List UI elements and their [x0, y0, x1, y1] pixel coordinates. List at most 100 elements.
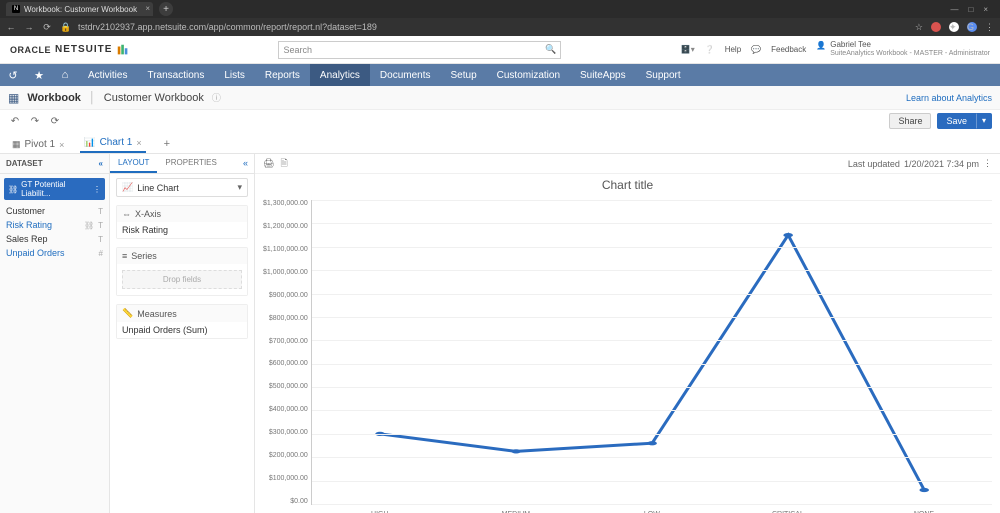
y-tick-label: $800,000.00 [263, 315, 308, 322]
gridline [312, 434, 992, 435]
globe-icon[interactable]: 🗄️▾ [681, 45, 695, 54]
close-tab-icon[interactable]: × [145, 4, 150, 13]
refresh-icon[interactable]: ⟳ [48, 116, 62, 127]
search-icon[interactable]: 🔍 [545, 44, 556, 55]
feedback-label[interactable]: Feedback [771, 45, 806, 54]
y-tick-label: $500,000.00 [263, 383, 308, 390]
nav-lists[interactable]: Lists [214, 64, 255, 86]
gridline [312, 294, 992, 295]
url-text[interactable]: tstdrv2102937.app.netsuite.com/app/commo… [78, 22, 377, 32]
print-icon[interactable]: 🖨 [263, 158, 274, 169]
browser-tab-strip: N Workbook: Customer Workbook × + — □ × [0, 0, 1000, 18]
measures-field-chip[interactable]: Unpaid Orders (Sum) [117, 322, 247, 338]
extensions-icon[interactable]: ✦ [949, 22, 959, 32]
gridline [312, 317, 992, 318]
subtab-chart[interactable]: 📊 Chart 1 × [80, 134, 145, 153]
help-icon[interactable]: ❔ [705, 45, 715, 54]
nav-reload-icon[interactable]: ⟳ [42, 22, 52, 33]
collapse-dataset-icon[interactable]: « [99, 159, 103, 168]
gridline [312, 387, 992, 388]
learn-analytics-link[interactable]: Learn about Analytics [906, 93, 992, 103]
data-point[interactable] [511, 449, 521, 453]
dataset-field-unpaid-orders[interactable]: Unpaid Orders # [0, 246, 109, 260]
extension-icon-1[interactable] [931, 22, 941, 32]
window-maximize-icon[interactable]: □ [968, 5, 973, 14]
app-header: ORACLE NETSUITE Search 🔍 🗄️▾ ❔ Help 💬 Fe… [0, 36, 1000, 64]
nav-history-icon[interactable]: ↺ [0, 64, 26, 86]
help-label[interactable]: Help [725, 45, 741, 54]
subtab-pivot[interactable]: ▦ Pivot 1 × [8, 136, 68, 153]
workbook-name: Customer Workbook [104, 92, 204, 104]
chart-menu-icon[interactable]: ⋮ [983, 158, 992, 169]
nav-home-icon[interactable]: ⌂ [52, 64, 78, 86]
dataset-field-label: Sales Rep [6, 234, 48, 244]
dataset-source-menu-icon[interactable]: ⋮ [93, 185, 101, 194]
info-icon[interactable]: ⓘ [212, 91, 221, 104]
save-dropdown-icon[interactable]: ▾ [976, 113, 992, 129]
logo-mark-icon [116, 43, 130, 57]
y-tick-label: $400,000.00 [263, 406, 308, 413]
feedback-icon[interactable]: 💬 [751, 45, 761, 54]
dataset-field-customer[interactable]: Customer T [0, 204, 109, 218]
nav-forward-icon[interactable]: → [24, 22, 34, 32]
nav-customization[interactable]: Customization [487, 64, 570, 86]
series-label: Series [131, 251, 157, 261]
global-search-input[interactable]: Search 🔍 [278, 41, 561, 59]
nav-back-icon[interactable]: ← [6, 22, 16, 32]
collapse-layout-icon[interactable]: « [237, 154, 254, 173]
y-axis: $1,300,000.00$1,200,000.00$1,100,000.00$… [263, 200, 311, 505]
close-pivot-tab-icon[interactable]: × [59, 140, 64, 150]
gridline [312, 200, 992, 201]
measures-header: 📏 Measures [117, 305, 247, 322]
nav-analytics[interactable]: Analytics [310, 64, 370, 86]
y-tick-label: $1,200,000.00 [263, 223, 308, 230]
lock-icon: 🔒 [60, 22, 70, 33]
plot: HIGHMEDIUMLOWCRITICALNONE [311, 200, 992, 505]
new-tab-button[interactable]: + [159, 2, 173, 16]
share-button[interactable]: Share [889, 113, 931, 129]
nav-documents[interactable]: Documents [370, 64, 441, 86]
nav-transactions[interactable]: Transactions [137, 64, 214, 86]
properties-tab[interactable]: PROPERTIES [157, 154, 224, 173]
dataset-field-risk-rating[interactable]: Risk Rating ⛓ T [0, 218, 109, 232]
data-point[interactable] [783, 233, 793, 237]
browser-menu-icon[interactable]: ⋮ [985, 22, 994, 33]
nav-suiteapps[interactable]: SuiteApps [570, 64, 636, 86]
search-placeholder: Search [283, 45, 312, 55]
app-root: ORACLE NETSUITE Search 🔍 🗄️▾ ❔ Help 💬 Fe… [0, 36, 1000, 513]
gridline [312, 340, 992, 341]
profile-avatar-icon[interactable]: G [967, 22, 977, 32]
subtab-pivot-label: Pivot 1 [25, 139, 56, 150]
nav-support[interactable]: Support [636, 64, 691, 86]
user-block[interactable]: 👤 Gabriel Tee SuiteAnalytics Workbook - … [816, 41, 990, 57]
layout-tab[interactable]: LAYOUT [110, 154, 157, 173]
y-tick-label: $1,100,000.00 [263, 246, 308, 253]
export-icon[interactable]: 🗎 [280, 156, 287, 172]
browser-tab[interactable]: N Workbook: Customer Workbook × [6, 2, 153, 16]
y-tick-label: $100,000.00 [263, 475, 308, 482]
undo-icon[interactable]: ↶ [8, 116, 22, 127]
chart-type-select[interactable]: 📈 Line Chart ▾ [116, 178, 248, 197]
nav-activities[interactable]: Activities [78, 64, 137, 86]
url-bar-right: ☆ ✦ G ⋮ [915, 22, 994, 33]
nav-setup[interactable]: Setup [441, 64, 487, 86]
data-point[interactable] [919, 488, 929, 492]
y-tick-label: $1,000,000.00 [263, 269, 308, 276]
window-minimize-icon[interactable]: — [950, 5, 958, 14]
series-drop-zone[interactable]: Drop fields [122, 270, 242, 289]
chain-icon: ⛓ [84, 221, 94, 230]
data-point[interactable] [647, 441, 657, 445]
redo-icon[interactable]: ↷ [28, 116, 42, 127]
nav-reports[interactable]: Reports [255, 64, 310, 86]
add-subtab-button[interactable]: + [158, 135, 176, 153]
nav-star-icon[interactable]: ★ [26, 64, 52, 86]
save-button[interactable]: Save [937, 113, 976, 129]
bookmark-star-icon[interactable]: ☆ [915, 22, 923, 33]
close-chart-tab-icon[interactable]: × [136, 138, 141, 148]
window-close-icon[interactable]: × [983, 5, 988, 14]
dataset-panel-header: DATASET « [0, 154, 109, 174]
xaxis-field-chip[interactable]: Risk Rating [117, 222, 247, 238]
dataset-source-chip[interactable]: ⛓ GT Potential Liabilit... ⋮ [4, 178, 105, 200]
user-role: SuiteAnalytics Workbook - MASTER - Admin… [830, 50, 990, 58]
dataset-field-sales-rep[interactable]: Sales Rep T [0, 232, 109, 246]
